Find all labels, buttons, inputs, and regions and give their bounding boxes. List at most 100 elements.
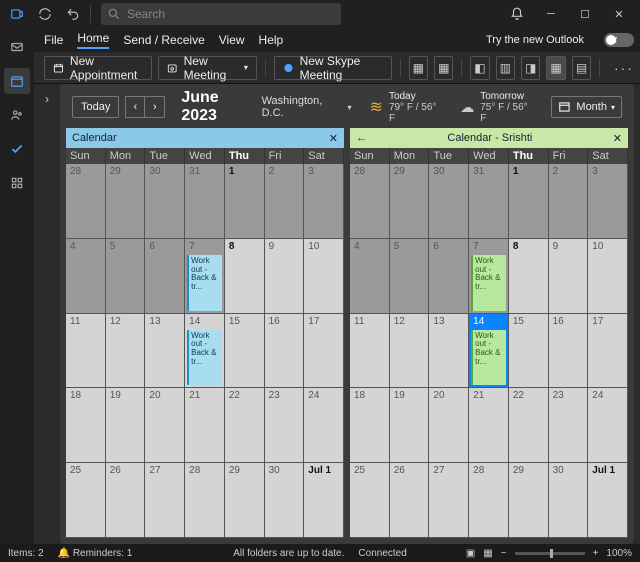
menu-file[interactable]: File [44, 33, 63, 47]
day-cell[interactable]: 25 [350, 463, 390, 538]
day-cell[interactable]: 14Work out - Back & tr... [185, 314, 225, 389]
day-cell[interactable]: 28 [66, 164, 106, 239]
day-cell[interactable]: 27 [429, 463, 469, 538]
day-cell[interactable]: 24 [304, 388, 344, 463]
sidebar-toggle[interactable]: › [34, 84, 60, 544]
search-input[interactable]: Search [101, 3, 341, 25]
view-nextday-icon[interactable]: ◨ [521, 56, 540, 80]
day-cell[interactable]: 28 [469, 463, 509, 538]
day-cell[interactable]: 14Work out - Back & tr... [469, 314, 509, 389]
calendar-event[interactable]: Work out - Back & tr... [187, 330, 222, 386]
zoom-slider[interactable] [515, 552, 585, 555]
day-cell[interactable]: Jul 1 [304, 463, 344, 538]
day-cell[interactable]: 10 [304, 239, 344, 314]
menu-sendrecv[interactable]: Send / Receive [123, 33, 204, 47]
day-cell[interactable]: 22 [509, 388, 549, 463]
close-tab-icon[interactable]: ✕ [613, 132, 622, 145]
day-cell[interactable]: 19 [390, 388, 430, 463]
day-cell[interactable]: 5 [390, 239, 430, 314]
status-view2-icon[interactable]: ▦ [483, 548, 492, 559]
day-cell[interactable]: 6 [429, 239, 469, 314]
day-cell[interactable]: 29 [106, 164, 146, 239]
day-cell[interactable]: 27 [145, 463, 185, 538]
calendar-event[interactable]: Work out - Back & tr... [471, 330, 506, 386]
undo-icon[interactable] [60, 1, 86, 27]
day-cell[interactable]: 9 [549, 239, 589, 314]
day-cell[interactable]: 15 [509, 314, 549, 389]
day-cell[interactable]: 18 [66, 388, 106, 463]
day-cell[interactable]: 30 [145, 164, 185, 239]
new-appointment-button[interactable]: New Appointment [44, 56, 152, 80]
day-cell[interactable]: 20 [429, 388, 469, 463]
calendar-tab[interactable]: ← Calendar - Srishti✕ [350, 128, 628, 148]
next-month-button[interactable]: › [145, 96, 165, 118]
weather-today[interactable]: ≋ Today79° F / 56° F [370, 91, 443, 124]
view-day-icon[interactable]: ▦ [409, 56, 428, 80]
day-cell[interactable]: 23 [549, 388, 589, 463]
day-cell[interactable]: 2 [549, 164, 589, 239]
day-cell[interactable]: 3 [304, 164, 344, 239]
day-cell[interactable]: 31 [185, 164, 225, 239]
close-button[interactable]: ✕ [602, 0, 636, 28]
day-cell[interactable]: 7Work out - Back & tr... [469, 239, 509, 314]
day-cell[interactable]: 9 [265, 239, 305, 314]
day-cell[interactable]: 28 [350, 164, 390, 239]
day-cell[interactable]: 13 [145, 314, 185, 389]
mail-rail-icon[interactable] [4, 34, 30, 60]
view-picker[interactable]: Month▾ [551, 96, 622, 118]
view-week-icon[interactable]: ▥ [496, 56, 515, 80]
status-view1-icon[interactable]: ▣ [466, 548, 475, 559]
minimize-button[interactable]: ─ [534, 0, 568, 28]
menu-view[interactable]: View [219, 33, 245, 47]
day-cell[interactable]: 26 [106, 463, 146, 538]
zoom-out-button[interactable]: − [501, 548, 507, 559]
status-reminders[interactable]: 🔔 Reminders: 1 [58, 548, 133, 559]
day-cell[interactable]: 1 [509, 164, 549, 239]
day-cell[interactable]: 7Work out - Back & tr... [185, 239, 225, 314]
day-cell[interactable]: 6 [145, 239, 185, 314]
day-cell[interactable]: 17 [304, 314, 344, 389]
calendar-event[interactable]: Work out - Back & tr... [471, 255, 506, 311]
maximize-button[interactable]: ☐ [568, 0, 602, 28]
day-cell[interactable]: 20 [145, 388, 185, 463]
day-cell[interactable]: 11 [350, 314, 390, 389]
try-outlook-toggle[interactable]: Off [604, 33, 634, 47]
day-cell[interactable]: 8 [509, 239, 549, 314]
day-cell[interactable]: 22 [225, 388, 265, 463]
day-cell[interactable]: 30 [549, 463, 589, 538]
weather-tomorrow[interactable]: ☁ Tomorrow75° F / 56° F [460, 91, 533, 124]
day-cell[interactable]: Jul 1 [588, 463, 628, 538]
day-cell[interactable]: 13 [429, 314, 469, 389]
view-prevday-icon[interactable]: ◧ [470, 56, 489, 80]
view-schedule-icon[interactable]: ▤ [572, 56, 591, 80]
prev-month-button[interactable]: ‹ [125, 96, 145, 118]
day-cell[interactable]: 4 [350, 239, 390, 314]
day-cell[interactable]: 23 [265, 388, 305, 463]
day-cell[interactable]: 17 [588, 314, 628, 389]
bell-icon[interactable] [500, 0, 534, 28]
calendar-rail-icon[interactable] [4, 68, 30, 94]
day-cell[interactable]: 5 [106, 239, 146, 314]
day-cell[interactable]: 21 [185, 388, 225, 463]
day-cell[interactable]: 25 [66, 463, 106, 538]
today-button[interactable]: Today [72, 96, 119, 118]
day-cell[interactable]: 15 [225, 314, 265, 389]
day-cell[interactable]: 11 [66, 314, 106, 389]
view-month-icon[interactable]: ▦ [546, 56, 565, 80]
day-cell[interactable]: 2 [265, 164, 305, 239]
day-cell[interactable]: 30 [265, 463, 305, 538]
people-rail-icon[interactable] [4, 102, 30, 128]
menu-help[interactable]: Help [259, 33, 284, 47]
day-cell[interactable]: 19 [106, 388, 146, 463]
sync-icon[interactable] [32, 1, 58, 27]
day-cell[interactable]: 12 [106, 314, 146, 389]
day-cell[interactable]: 24 [588, 388, 628, 463]
menu-home[interactable]: Home [77, 31, 109, 49]
day-cell[interactable]: 18 [350, 388, 390, 463]
day-cell[interactable]: 29 [509, 463, 549, 538]
day-cell[interactable]: 16 [549, 314, 589, 389]
day-cell[interactable]: 26 [390, 463, 430, 538]
new-skype-button[interactable]: New Skype Meeting [274, 56, 392, 80]
view-workweek-icon[interactable]: ▦ [434, 56, 453, 80]
ribbon-more-button[interactable]: ··· [608, 60, 640, 76]
